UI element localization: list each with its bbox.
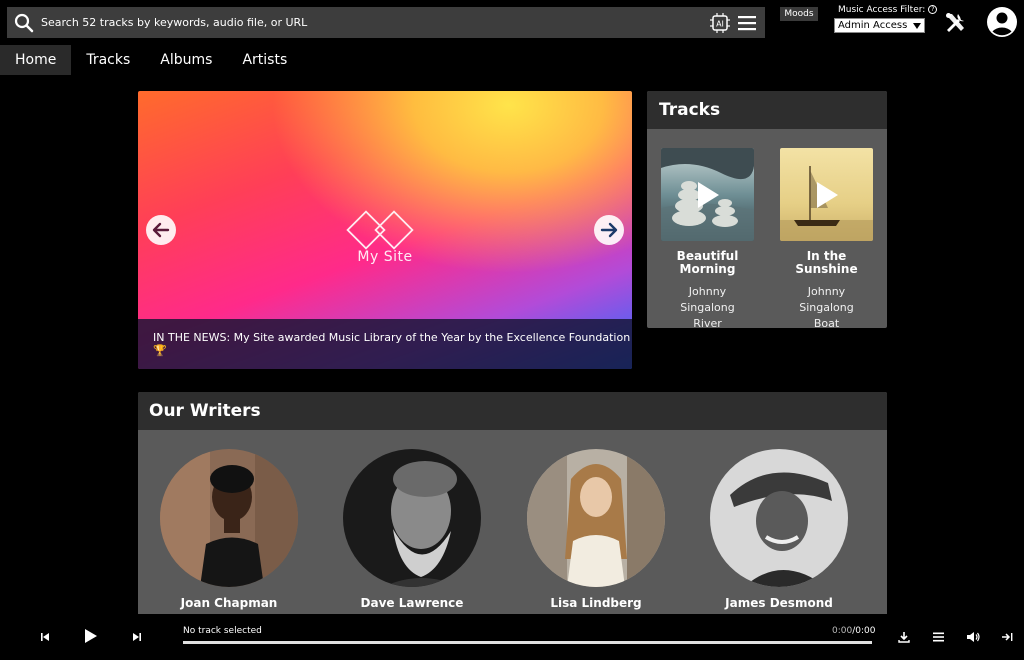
track-card[interactable]: Beautiful Morning Johnny Singalong River	[660, 148, 755, 328]
play-icon[interactable]	[82, 627, 100, 645]
writer-card[interactable]: James Desmond	[709, 449, 849, 610]
hero-site-name: My Site	[357, 249, 413, 265]
hero-carousel[interactable]: My Site IN THE NEWS: My Site awarded Mus…	[138, 91, 632, 369]
tab-artists[interactable]: Artists	[227, 45, 302, 75]
track-artwork[interactable]	[780, 148, 873, 241]
progress-bar[interactable]	[183, 641, 872, 644]
carousel-next-button[interactable]	[594, 215, 624, 245]
skip-back-icon[interactable]	[36, 628, 54, 646]
writer-card[interactable]: Dave Lawrence	[342, 449, 482, 610]
search-bar: AI	[7, 7, 765, 38]
main-nav: Home Tracks Albums Artists	[0, 45, 302, 75]
audio-player	[0, 614, 1024, 660]
hero-news-caption[interactable]: IN THE NEWS: My Site awarded Music Libra…	[138, 319, 632, 369]
ai-icon[interactable]: AI	[709, 12, 731, 34]
arrow-left-icon	[152, 222, 170, 238]
access-filter-select[interactable]: Admin Access	[834, 18, 925, 33]
writer-name[interactable]: James Desmond	[709, 596, 849, 610]
writer-photo[interactable]	[527, 449, 665, 587]
writer-card[interactable]: Joan Chapman	[159, 449, 299, 610]
writer-name[interactable]: Lisa Lindberg	[526, 596, 666, 610]
tab-albums[interactable]: Albums	[145, 45, 227, 75]
time-current: 0:00	[832, 626, 853, 636]
tracks-panel: Tracks Beautiful Morning Johnny Singalon…	[647, 91, 887, 328]
volume-icon[interactable]	[964, 628, 982, 646]
time-total: 0:00	[855, 626, 876, 636]
exit-icon[interactable]	[998, 628, 1016, 646]
track-album: Boat	[813, 317, 840, 328]
chevron-down-icon	[913, 22, 921, 29]
tab-home[interactable]: Home	[0, 45, 72, 75]
queue-icon[interactable]	[929, 628, 947, 646]
track-album: River	[693, 317, 722, 328]
track-card[interactable]: In the Sunshine Johnny Singalong Boat	[779, 148, 874, 328]
track-artist: Johnny Singalong Boat	[779, 284, 874, 328]
track-title[interactable]: In the Sunshine	[779, 250, 874, 276]
skip-forward-icon[interactable]	[128, 628, 146, 646]
carousel-prev-button[interactable]	[146, 215, 176, 245]
writer-name[interactable]: Joan Chapman	[159, 596, 299, 610]
writers-panel: Our Writers Joan Chapman Dave Lawrence L…	[138, 392, 887, 622]
writer-photo[interactable]	[710, 449, 848, 587]
writer-photo[interactable]	[160, 449, 298, 587]
play-icon[interactable]	[780, 148, 873, 241]
tab-tracks[interactable]: Tracks	[71, 45, 145, 75]
tools-icon[interactable]	[944, 11, 968, 35]
writer-photo[interactable]	[343, 449, 481, 587]
access-filter-label: Music Access Filter:?	[838, 5, 938, 15]
writer-card[interactable]: Lisa Lindberg	[526, 449, 666, 610]
help-icon[interactable]: ?	[928, 5, 938, 14]
time-readout: 0:00/0:00	[832, 626, 876, 636]
search-icon[interactable]	[7, 7, 41, 38]
svg-text:AI: AI	[716, 19, 724, 28]
menu-icon[interactable]	[737, 13, 757, 33]
track-artist-name[interactable]: Johnny Singalong	[799, 285, 853, 314]
search-input[interactable]	[41, 7, 709, 38]
writers-panel-title: Our Writers	[138, 392, 887, 430]
moods-button[interactable]: Moods	[780, 7, 818, 21]
access-filter-label-text: Music Access Filter:	[838, 5, 926, 15]
play-icon[interactable]	[661, 148, 754, 241]
avatar-icon[interactable]	[986, 6, 1018, 38]
writer-name[interactable]: Dave Lawrence	[342, 596, 482, 610]
track-artwork[interactable]	[661, 148, 754, 241]
download-icon[interactable]	[895, 628, 913, 646]
access-filter-value: Admin Access	[838, 20, 908, 31]
track-artist: Johnny Singalong River	[660, 284, 755, 328]
track-title[interactable]: Beautiful Morning	[660, 250, 755, 276]
track-artist-name[interactable]: Johnny Singalong	[680, 285, 734, 314]
arrow-right-icon	[600, 222, 618, 238]
now-playing-text: No track selected	[183, 626, 262, 636]
tracks-panel-title: Tracks	[647, 91, 887, 129]
